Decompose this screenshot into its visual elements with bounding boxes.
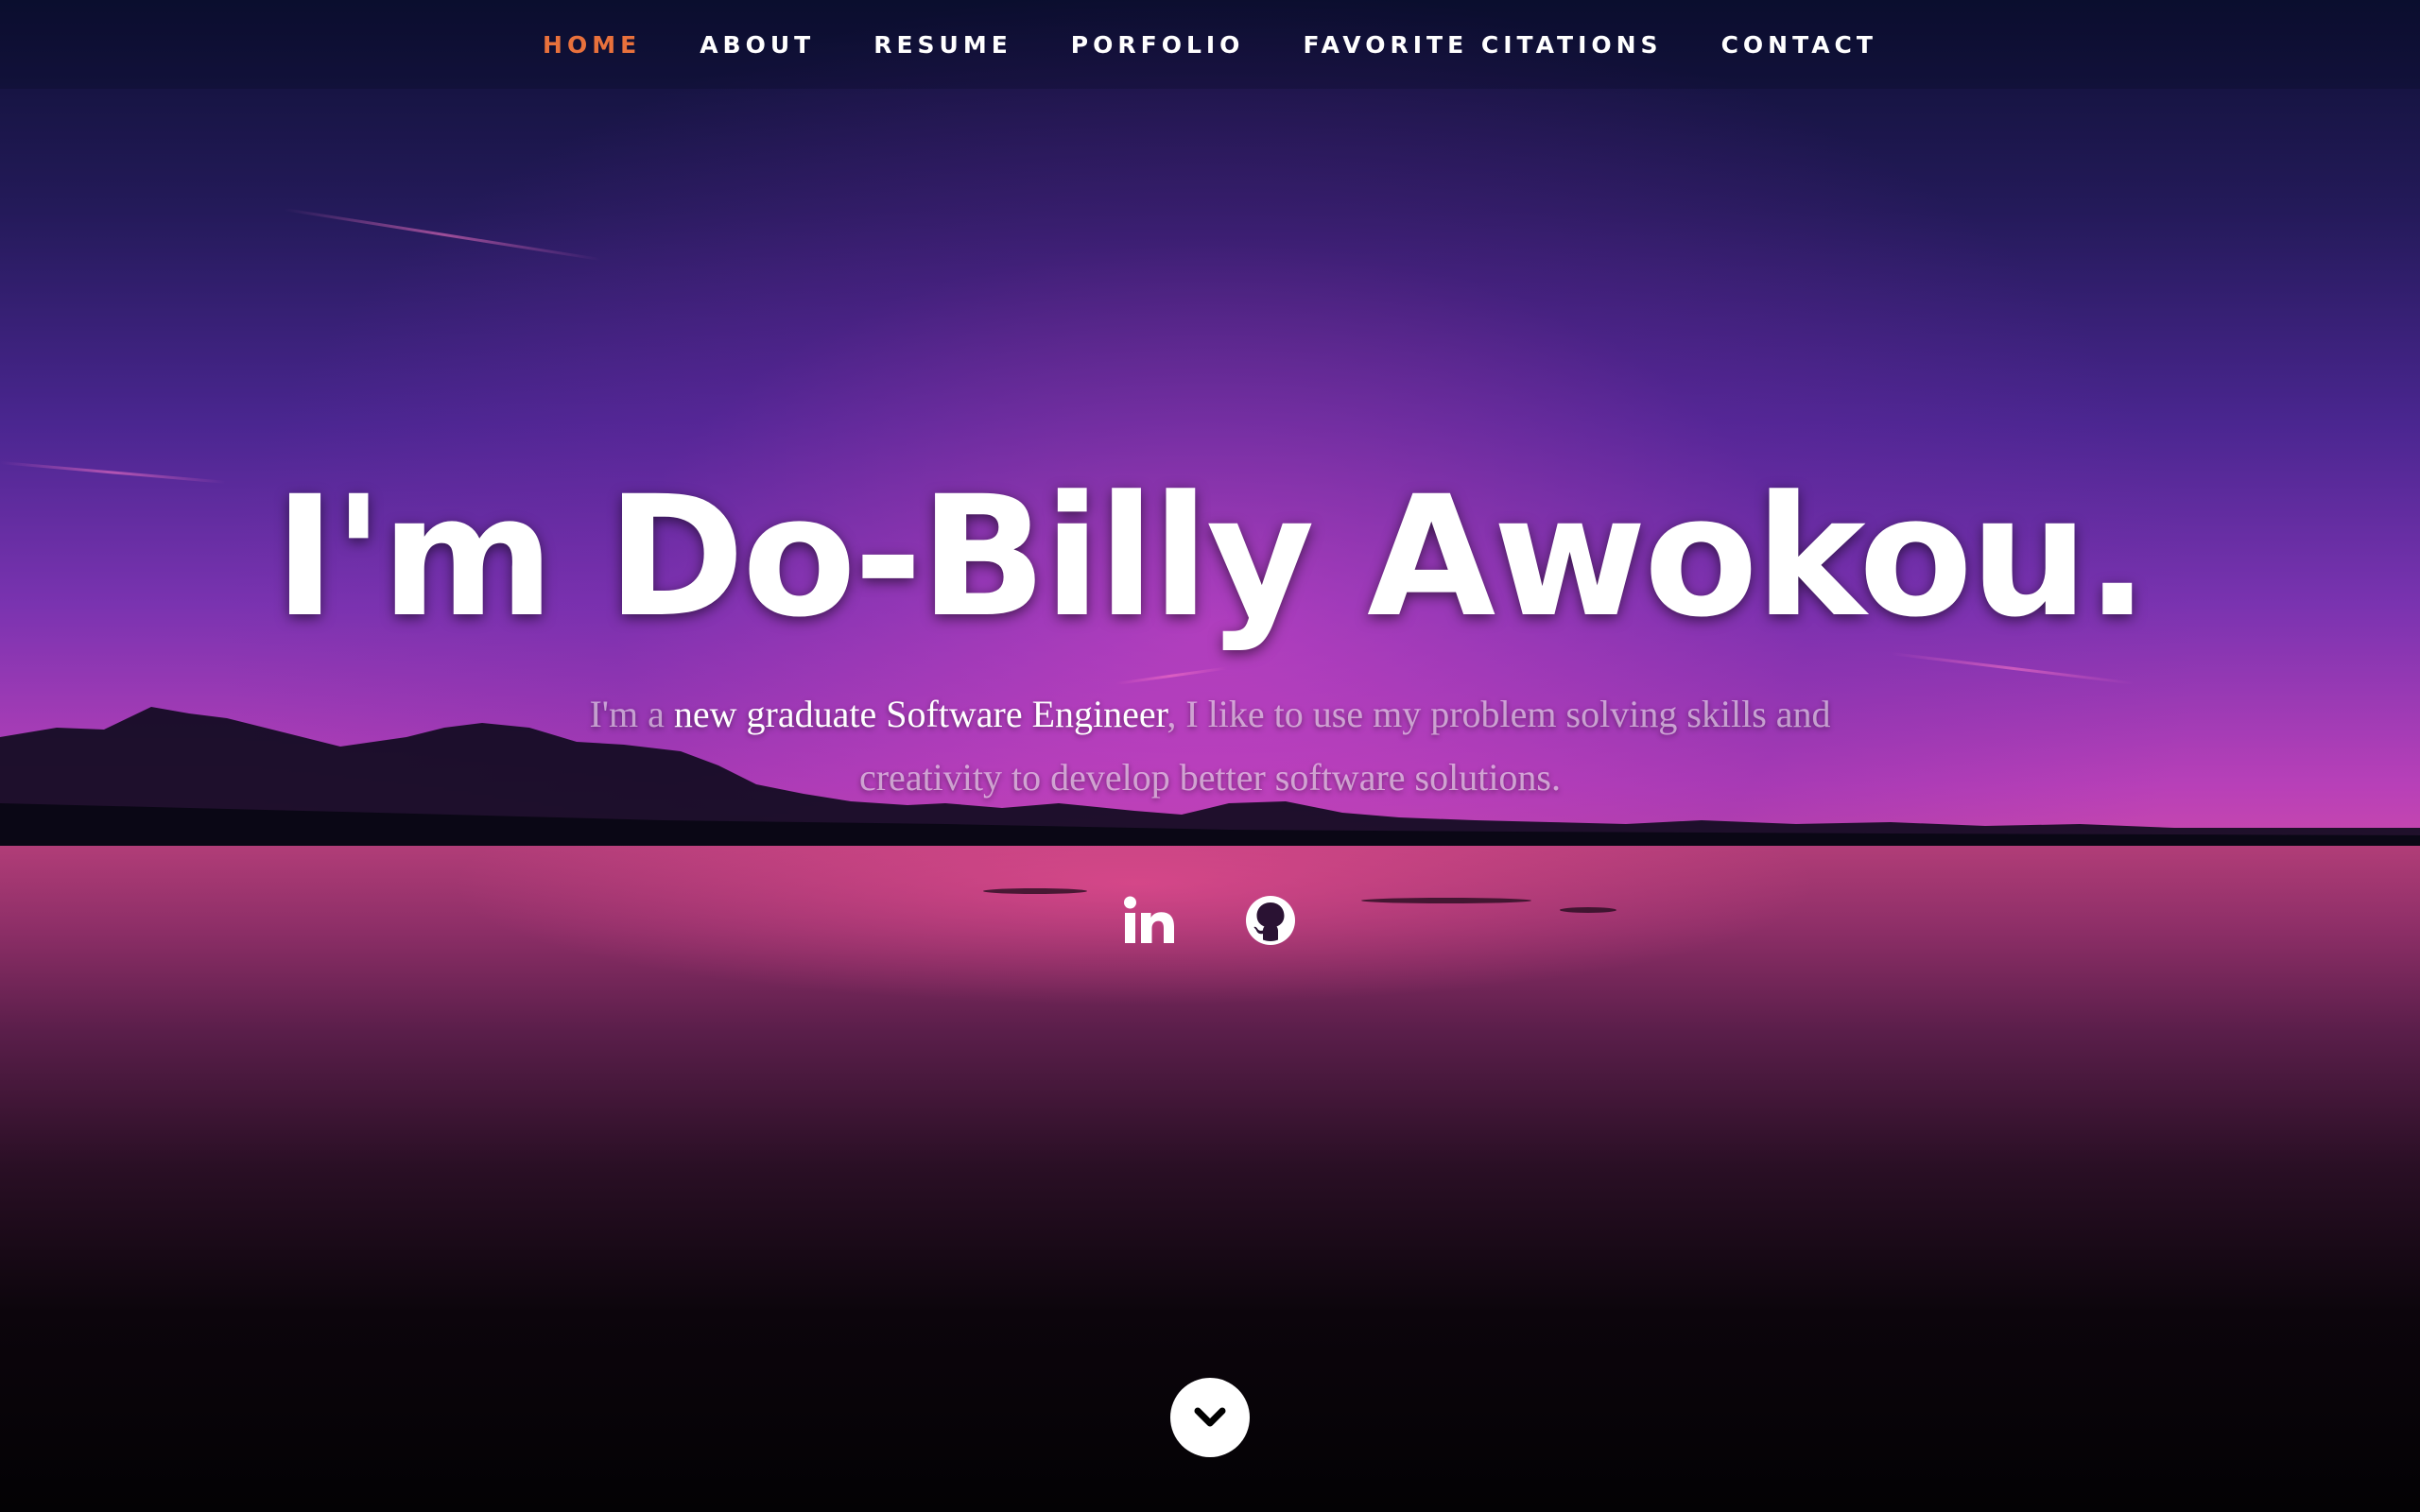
hero-title: I'm Do-Billy Awokou. [273,460,2149,654]
chevron-down-icon [1194,1407,1226,1427]
tagline-highlight: new graduate Software Engineer [673,693,1167,735]
hero-section: HOME ABOUT RESUME PORFOLIO FAVORITE CITA… [0,0,2420,1512]
sky-streak [283,208,602,262]
nav-about[interactable]: ABOUT [700,20,815,70]
social-links [0,892,2420,949]
nav-resume[interactable]: RESUME [873,20,1012,70]
nav-portfolio[interactable]: PORFOLIO [1071,20,1245,70]
tagline-prefix: I'm a [589,693,674,735]
github-link[interactable] [1242,892,1299,949]
github-icon [1246,896,1295,945]
nav-favorite-citations[interactable]: FAVORITE CITATIONS [1303,20,1662,70]
nav-home[interactable]: HOME [543,20,641,70]
scroll-down-button[interactable] [1170,1378,1250,1457]
hero-tagline: I'm a new graduate Software Engineer, I … [529,682,1891,809]
main-nav: HOME ABOUT RESUME PORFOLIO FAVORITE CITA… [0,0,2420,89]
linkedin-link[interactable] [1121,892,1178,949]
linkedin-icon [1124,896,1174,943]
nav-contact[interactable]: CONTACT [1721,20,1877,70]
